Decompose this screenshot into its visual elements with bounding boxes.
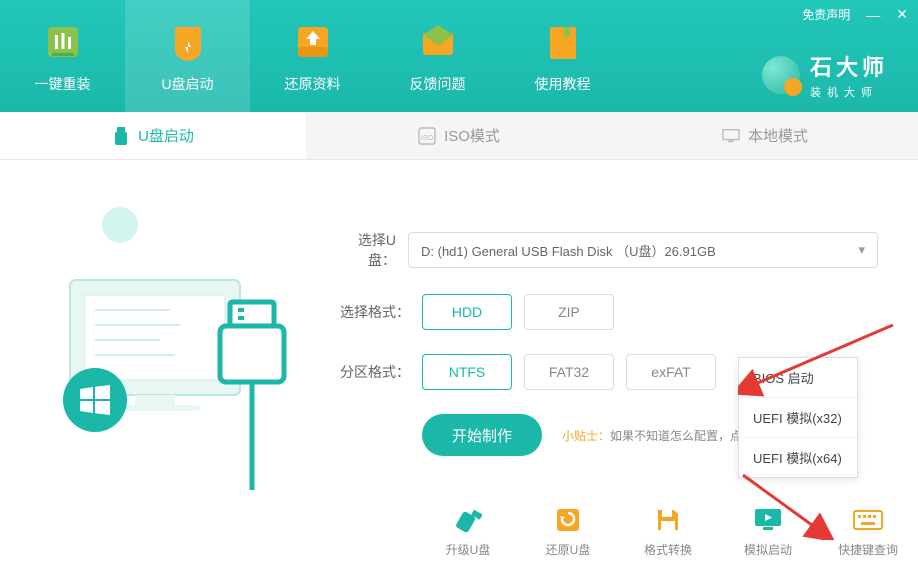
usb-illustration bbox=[40, 190, 300, 470]
tab-usb-boot[interactable]: U盘启动 bbox=[0, 112, 306, 159]
start-button[interactable]: 开始制作 bbox=[422, 414, 542, 456]
tool-label: 模拟启动 bbox=[744, 541, 792, 558]
nav-label: 使用教程 bbox=[535, 74, 591, 94]
tool-hotkey-query[interactable]: 快捷键查询 bbox=[828, 505, 908, 558]
upload-box-icon bbox=[289, 18, 337, 66]
tool-label: 升级U盘 bbox=[446, 541, 491, 558]
nav-restore[interactable]: 还原资料 bbox=[250, 0, 375, 112]
nav-label: U盘启动 bbox=[161, 74, 213, 94]
brand-title: 石大师 bbox=[810, 50, 888, 82]
main-content: 选择U盘： D: (hd1) General USB Flash Disk （U… bbox=[0, 160, 918, 578]
usb-drive-icon bbox=[453, 505, 483, 535]
tool-upgrade-usb[interactable]: 升级U盘 bbox=[428, 505, 508, 558]
usb-select-value: D: (hd1) General USB Flash Disk （U盘）26.9… bbox=[421, 241, 716, 260]
nav-tutorial[interactable]: 使用教程 bbox=[500, 0, 625, 112]
keyboard-icon bbox=[853, 505, 883, 535]
iso-icon: ISO bbox=[418, 127, 436, 145]
menu-uefi-x32[interactable]: UEFI 模拟(x32) bbox=[739, 398, 857, 438]
monitor-icon bbox=[722, 127, 740, 145]
tab-iso[interactable]: ISO ISO模式 bbox=[306, 112, 612, 159]
tool-format-convert[interactable]: 格式转换 bbox=[628, 505, 708, 558]
tab-label: ISO模式 bbox=[444, 125, 500, 146]
nav-feedback[interactable]: 反馈问题 bbox=[375, 0, 500, 112]
restore-icon bbox=[553, 505, 583, 535]
tip-label: 小贴士： bbox=[562, 429, 610, 443]
tool-label: 快捷键查询 bbox=[838, 541, 898, 558]
save-icon bbox=[653, 505, 683, 535]
format-label: 选择格式： bbox=[330, 302, 410, 322]
option-exfat[interactable]: exFAT bbox=[626, 354, 716, 390]
tab-label: U盘启动 bbox=[138, 125, 194, 146]
mail-icon bbox=[414, 18, 462, 66]
option-zip[interactable]: ZIP bbox=[524, 294, 614, 330]
partition-label: 分区格式： bbox=[330, 362, 410, 382]
brand: 石大师 装机大师 bbox=[762, 50, 888, 100]
usb-select[interactable]: D: (hd1) General USB Flash Disk （U盘）26.9… bbox=[408, 232, 878, 268]
option-hdd[interactable]: HDD bbox=[422, 294, 512, 330]
select-usb-label: 选择U盘： bbox=[330, 230, 396, 270]
book-icon bbox=[539, 18, 587, 66]
brand-logo-icon bbox=[762, 56, 800, 94]
nav-reinstall[interactable]: 一键重装 bbox=[0, 0, 125, 112]
option-fat32[interactable]: FAT32 bbox=[524, 354, 614, 390]
tool-label: 还原U盘 bbox=[546, 541, 591, 558]
menu-uefi-x64[interactable]: UEFI 模拟(x64) bbox=[739, 438, 857, 477]
menu-bios-boot[interactable]: BIOS 启动 bbox=[739, 358, 857, 398]
nav-usb-boot[interactable]: U盘启动 bbox=[125, 0, 250, 112]
disclaimer-link[interactable]: 免责声明 bbox=[802, 6, 850, 23]
svg-text:ISO: ISO bbox=[421, 135, 434, 142]
tool-restore-usb[interactable]: 还原U盘 bbox=[528, 505, 608, 558]
nav-label: 一键重装 bbox=[35, 74, 91, 94]
tab-local[interactable]: 本地模式 bbox=[612, 112, 918, 159]
nav-label: 反馈问题 bbox=[410, 74, 466, 94]
row-format: 选择格式： HDD ZIP bbox=[330, 294, 878, 330]
chevron-down-icon: ▾ bbox=[858, 242, 865, 258]
bars-icon bbox=[39, 18, 87, 66]
usb-icon bbox=[112, 127, 130, 145]
nav-label: 还原资料 bbox=[285, 74, 341, 94]
close-button[interactable]: ✕ bbox=[896, 6, 908, 23]
minimize-button[interactable]: — bbox=[866, 7, 880, 23]
tool-label: 格式转换 bbox=[644, 541, 692, 558]
bottom-toolbar: 升级U盘 还原U盘 格式转换 模拟启动 快捷键查询 bbox=[428, 505, 908, 558]
monitor-play-icon bbox=[753, 505, 783, 535]
app-header: 一键重装 U盘启动 还原资料 反馈问题 使用教程 石大师 装机大师 免责声明 — bbox=[0, 0, 918, 112]
tool-simulate-boot[interactable]: 模拟启动 bbox=[728, 505, 808, 558]
window-controls: 免责声明 — ✕ bbox=[802, 6, 908, 23]
shield-icon bbox=[164, 18, 212, 66]
option-ntfs[interactable]: NTFS bbox=[422, 354, 512, 390]
mode-tabs: U盘启动 ISO ISO模式 本地模式 bbox=[0, 112, 918, 160]
brand-subtitle: 装机大师 bbox=[810, 84, 888, 100]
simulate-boot-menu: BIOS 启动 UEFI 模拟(x32) UEFI 模拟(x64) bbox=[738, 357, 858, 478]
row-select-usb: 选择U盘： D: (hd1) General USB Flash Disk （U… bbox=[330, 230, 878, 270]
tab-label: 本地模式 bbox=[748, 125, 808, 146]
